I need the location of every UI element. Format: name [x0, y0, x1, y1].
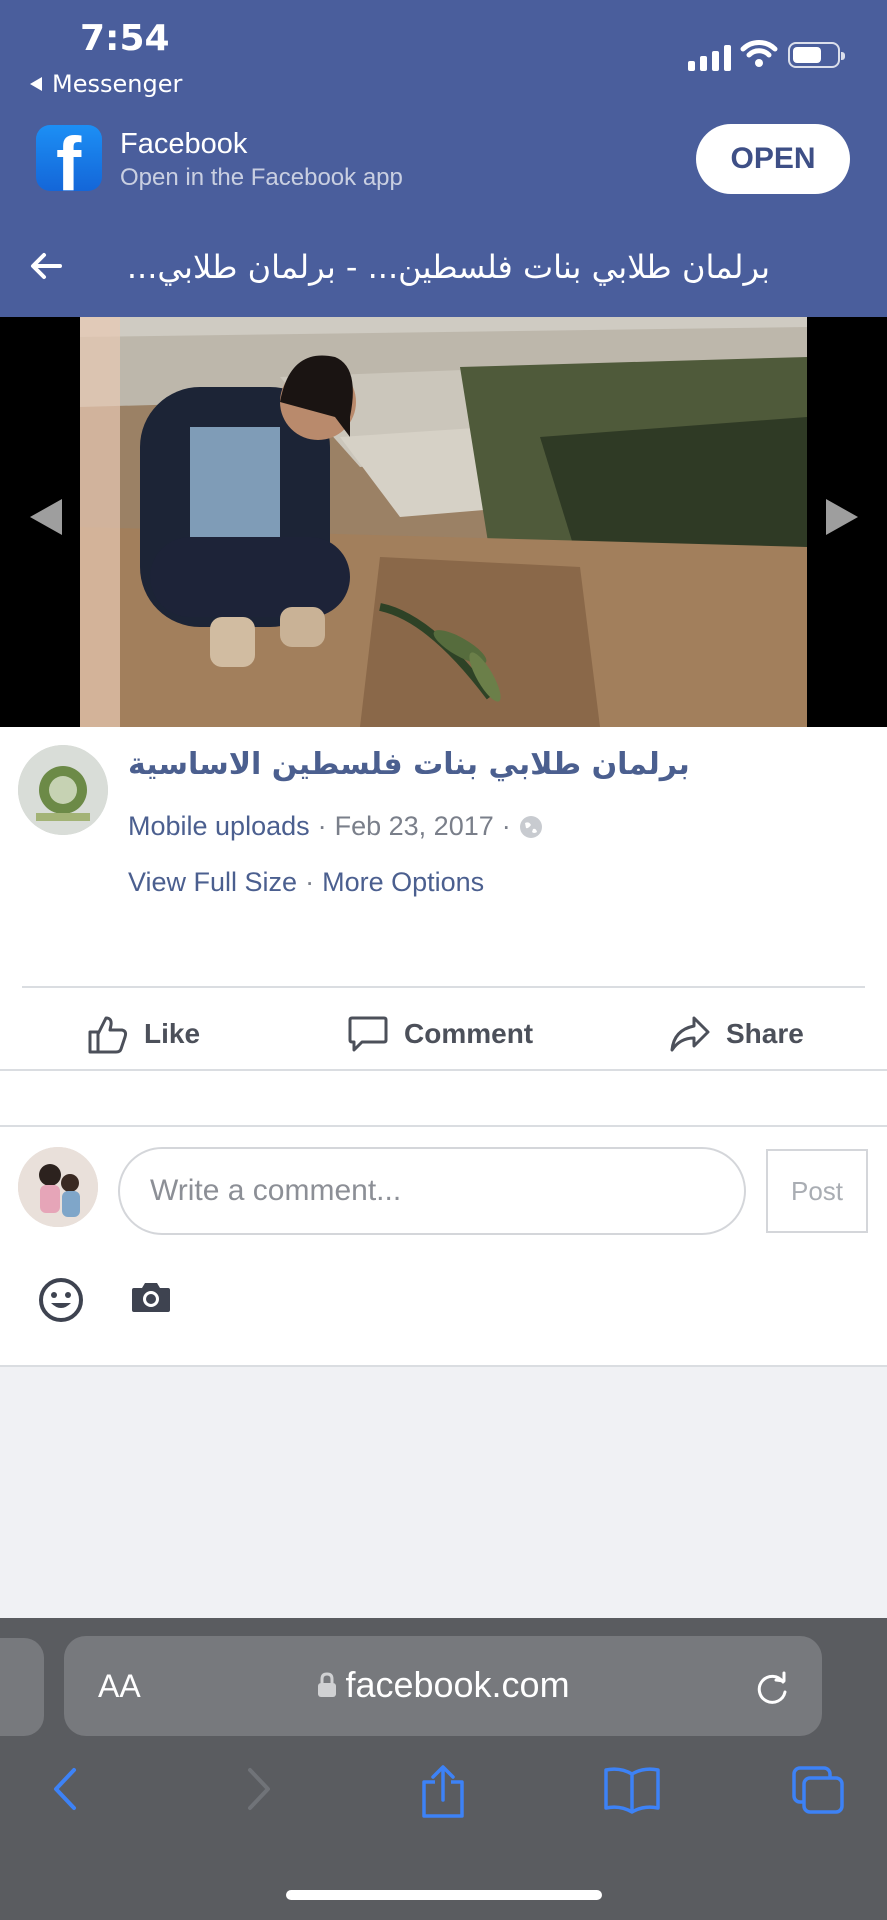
mobile-uploads-link[interactable]: Mobile uploads — [128, 811, 310, 842]
facebook-logo-icon: f — [36, 122, 102, 207]
signal-icon — [688, 45, 731, 71]
open-app-button[interactable]: OPEN — [696, 124, 850, 194]
page-avatar[interactable] — [18, 745, 108, 835]
page-title: برلمان طلابي بنات فلسطين... - برلمان طلا… — [126, 248, 770, 286]
banner-subtitle: Open in the Facebook app — [120, 164, 403, 191]
lock-icon — [318, 1672, 337, 1697]
photo-links: View Full Size · More Options — [128, 867, 484, 898]
url-label: facebook.com — [345, 1664, 570, 1705]
meta-separator: · — [317, 811, 327, 841]
like-button[interactable]: Like — [86, 1012, 200, 1056]
back-to-app[interactable]: Messenger — [28, 70, 182, 98]
emoji-icon[interactable] — [38, 1277, 84, 1323]
back-triangle-icon — [30, 77, 42, 91]
camera-icon[interactable] — [130, 1279, 172, 1315]
spacer — [0, 1071, 887, 1125]
page-name-link[interactable]: برلمان طلابي بنات فلسطين الاساسية — [128, 747, 690, 782]
thumbs-up-icon — [88, 1016, 128, 1054]
wifi-icon — [740, 40, 778, 67]
battery-icon — [788, 42, 845, 68]
globe-icon — [519, 815, 542, 838]
comment-composer: Post — [0, 1125, 887, 1367]
post-info: برلمان طلابي بنات فلسطين الاساسية Mobile… — [0, 727, 887, 1069]
home-indicator[interactable] — [286, 1890, 602, 1900]
share-arrow-icon — [670, 1016, 710, 1052]
status-time: 7:54 — [80, 18, 170, 59]
reload-icon[interactable] — [752, 1668, 792, 1708]
forward-chevron-icon[interactable] — [240, 1764, 276, 1814]
photo-viewer — [0, 317, 887, 727]
back-arrow-icon[interactable] — [26, 246, 66, 286]
back-chevron-icon[interactable] — [48, 1764, 84, 1814]
header: 7:54 Messenger f Facebook Open in the Fa… — [0, 0, 887, 317]
divider — [22, 986, 865, 988]
share-button[interactable]: Share — [668, 1012, 804, 1056]
back-app-label: Messenger — [52, 70, 183, 98]
comment-input[interactable] — [118, 1147, 746, 1235]
post-comment-button[interactable]: Post — [766, 1149, 868, 1233]
comment-bubble-icon — [348, 1016, 388, 1052]
bookmarks-icon[interactable] — [602, 1764, 662, 1814]
user-avatar — [18, 1147, 98, 1227]
browser-toolbar: AA facebook.com — [0, 1618, 887, 1920]
links-separator: · — [305, 867, 315, 897]
post-date[interactable]: Feb 23, 2017 — [335, 811, 494, 842]
more-options-link[interactable]: More Options — [322, 867, 484, 898]
post-meta: Mobile uploads · Feb 23, 2017 · — [128, 811, 543, 842]
tabs-icon[interactable] — [790, 1764, 846, 1816]
previous-photo-icon[interactable] — [30, 499, 62, 535]
banner-title: Facebook — [120, 128, 248, 160]
comment-label: Comment — [404, 1018, 534, 1049]
share-icon[interactable] — [418, 1764, 468, 1820]
next-photo-icon[interactable] — [826, 499, 858, 535]
meta-separator: · — [501, 811, 511, 841]
post-photo[interactable] — [80, 317, 807, 727]
comment-button[interactable]: Comment — [346, 1012, 533, 1056]
share-label: Share — [726, 1018, 804, 1049]
like-label: Like — [144, 1018, 201, 1049]
view-full-size-link[interactable]: View Full Size — [128, 867, 297, 898]
